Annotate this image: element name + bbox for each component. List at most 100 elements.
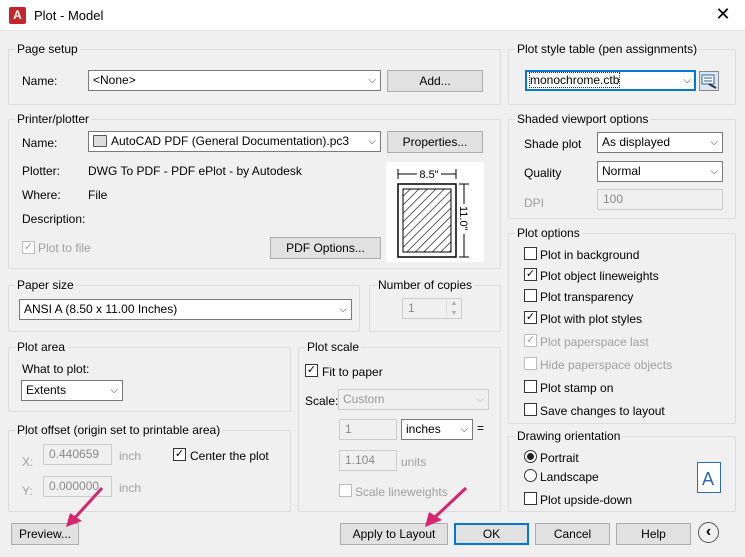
plot-to-file-checkbox[interactable]: ✓ [22,241,35,254]
plot-stamp-on-label: Plot stamp on [540,381,614,395]
plot-offset-group: Plot offset (origin set to printable are… [8,423,291,512]
plot-style-select[interactable]: monochrome.ctb ⌵ [525,70,696,91]
scale-select[interactable]: Custom ⌵ [338,389,489,410]
preview-width-label: 8.5" [419,169,438,181]
fit-to-paper-checkbox[interactable]: ✓ [305,364,318,377]
scale-numerator-value: 1 [345,422,352,436]
scale-unit-value: inches [406,422,441,436]
shade-plot-select[interactable]: As displayed ⌵ [597,132,723,153]
scale-value: Custom [343,392,385,406]
save-changes-to-layout-checkbox[interactable] [524,403,537,416]
printer-name-label: Name: [22,136,58,150]
plot-in-background-label: Plot in background [540,248,640,262]
copies-legend: Number of copies [376,278,475,292]
hide-paperspace-objects-checkbox[interactable] [524,357,537,370]
page-setup-name-value: <None> [93,73,136,87]
offset-x-value: 0.440659 [49,447,100,461]
chevron-down-icon: ⌵ [476,394,484,405]
orientation-icon-letter: A [702,469,715,489]
edit-plot-style-icon[interactable] [699,71,719,91]
fit-to-paper-label: Fit to paper [322,365,383,379]
offset-x-label: X: [22,455,34,469]
scale-lineweights-checkbox[interactable] [339,484,352,497]
printer-icon [93,135,107,147]
portrait-radio[interactable] [524,450,537,463]
cancel-button[interactable]: Cancel [535,523,610,545]
equals-sign: = [477,421,485,435]
scale-denominator-input[interactable]: 1.104 [339,450,397,471]
drawing-orientation-legend: Drawing orientation [515,429,623,443]
paper-size-select[interactable]: ANSI A (8.50 x 11.00 Inches) ⌵ [19,299,352,320]
landscape-radio[interactable] [524,469,537,482]
printer-name-value: AutoCAD PDF (General Documentation).pc3 [111,134,350,148]
chevron-down-icon: ⌵ [710,137,718,148]
plotter-label: Plotter: [22,164,61,178]
plot-object-lineweights-label: Plot object lineweights [540,269,659,283]
portrait-label: Portrait [540,451,579,465]
scale-label: Scale: [305,394,339,408]
printer-name-select[interactable]: AutoCAD PDF (General Documentation).pc3 … [88,131,381,152]
add-page-setup-button[interactable]: Add... [387,70,483,92]
annotation-arrow-preview [66,486,104,527]
offset-x-input[interactable]: 0.440659 [43,444,112,465]
plot-offset-legend: Plot offset (origin set to printable are… [15,423,223,437]
dpi-label: DPI [524,196,545,210]
page-setup-name-label: Name: [22,74,58,88]
scale-numerator-input[interactable]: 1 [339,419,397,440]
close-icon[interactable]: ✕ [711,4,735,25]
plot-in-background-checkbox[interactable] [524,247,537,260]
title-bar: A Plot - Model ✕ [0,0,745,31]
paper-size-legend: Paper size [15,278,76,292]
plot-upside-down-checkbox[interactable] [524,492,537,505]
plot-options-legend: Plot options [515,226,582,240]
chevron-down-icon: ⌵ [368,75,376,86]
properties-button[interactable]: Properties... [387,131,483,153]
plot-style-table-legend: Plot style table (pen assignments) [515,42,700,56]
plot-to-file-label: Plot to file [38,241,91,255]
page-setup-name-select[interactable]: <None> ⌵ [88,70,381,91]
where-value: File [88,188,108,202]
center-plot-checkbox[interactable]: ✓ [173,448,186,461]
chevron-down-icon: ⌵ [683,75,691,86]
what-to-plot-select[interactable]: Extents ⌵ [21,380,123,401]
center-plot-label: Center the plot [190,449,269,463]
copies-value: 1 [408,301,415,315]
quality-value: Normal [602,164,641,178]
collapse-options-icon[interactable]: ‹ [698,522,719,543]
hide-paperspace-objects-label: Hide paperspace objects [540,358,673,372]
plot-area-legend: Plot area [15,340,68,354]
what-to-plot-value: Extents [26,383,67,397]
shade-plot-label: Shade plot [524,137,582,151]
scale-denominator-value: 1.104 [345,453,376,467]
help-button[interactable]: Help [616,523,691,545]
quality-select[interactable]: Normal ⌵ [597,161,723,182]
plot-paperspace-last-checkbox[interactable]: ✓ [524,334,537,347]
scale-unit-select[interactable]: inches ⌵ [401,419,473,440]
shaded-viewport-legend: Shaded viewport options [515,112,651,126]
page-setup-legend: Page setup [15,42,80,56]
offset-y-label: Y: [22,484,33,498]
plot-scale-legend: Plot scale [305,340,362,354]
plot-stamp-on-checkbox[interactable] [524,380,537,393]
plot-object-lineweights-checkbox[interactable]: ✓ [524,268,537,281]
where-label: Where: [22,188,61,202]
shade-plot-value: As displayed [602,135,671,149]
collapse-glyph: ‹ [705,523,712,540]
spin-down-icon[interactable]: ▼ [447,309,461,319]
dpi-input[interactable]: 100 [597,189,723,210]
plot-paperspace-last-label: Plot paperspace last [540,335,649,349]
scale-units-label: units [401,455,427,469]
paper-preview-drawing: 8.5" 11.0" [397,167,471,258]
plot-with-plot-styles-checkbox[interactable]: ✓ [524,311,537,324]
plot-style-value: monochrome.ctb [528,72,621,88]
chevron-down-icon: ⌵ [339,304,347,315]
paper-size-value: ANSI A (8.50 x 11.00 Inches) [24,302,178,316]
plot-transparency-checkbox[interactable] [524,289,537,302]
spin-up-icon[interactable]: ▲ [447,299,461,309]
chevron-down-icon: ⌵ [368,136,376,147]
copies-input[interactable]: 1 ▲ ▼ [402,298,462,319]
autocad-logo-icon: A [9,7,26,24]
copies-spinner[interactable]: ▲ ▼ [446,299,461,318]
pdf-options-button[interactable]: PDF Options... [270,237,381,259]
plotter-value: DWG To PDF - PDF ePlot - by Autodesk [88,164,302,178]
